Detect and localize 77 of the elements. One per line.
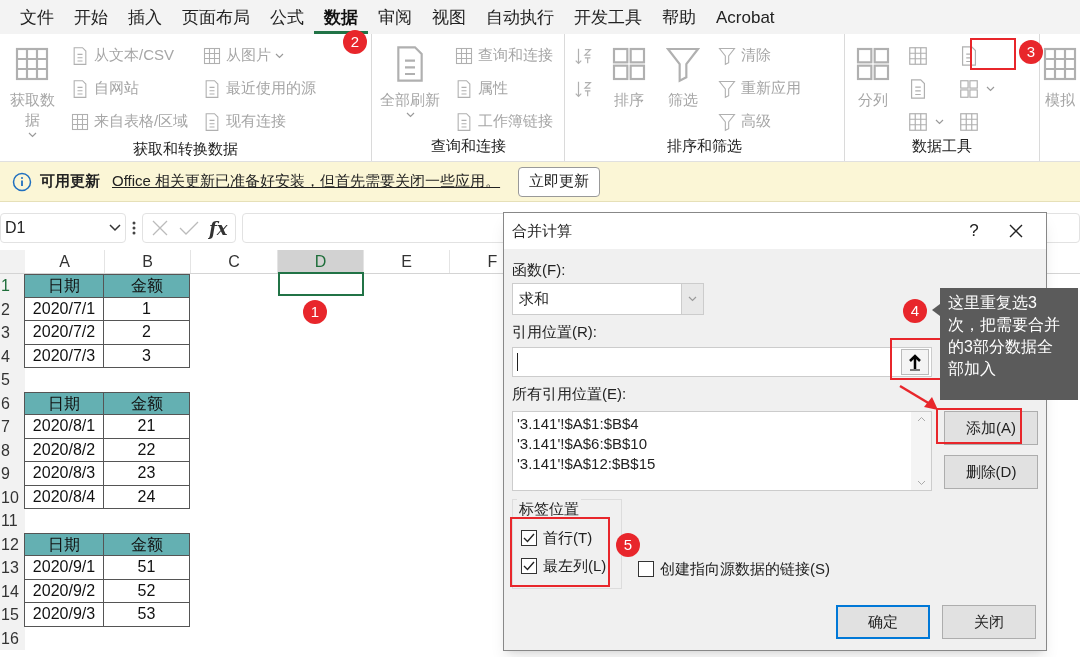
add-button[interactable]: 添加(A) [944, 411, 1038, 445]
group-label: 排序和筛选 [666, 136, 743, 156]
field-label: 所有引用位置(E): [512, 384, 627, 404]
column-header[interactable]: D [278, 250, 364, 273]
table-cell: 金额 [103, 391, 190, 415]
list-item[interactable]: '3.141'!$A$1:$B$4 [517, 414, 911, 434]
field-label: 引用位置(R): [512, 322, 597, 342]
table-cell: 2020/8/2 [24, 438, 104, 462]
table-cell: 日期 [24, 391, 104, 415]
table-cell: 2020/8/4 [24, 485, 104, 509]
table-cell: 21 [103, 415, 190, 439]
menu-tab[interactable]: 页面布局 [172, 4, 260, 34]
table-cell: 2020/9/3 [24, 603, 104, 627]
update-title: 可用更新 [40, 171, 100, 192]
ok-button[interactable]: 确定 [836, 605, 930, 639]
table-cell: 2020/7/3 [24, 344, 104, 368]
table-cell: 24 [103, 485, 190, 509]
checkbox[interactable]: 最左列(L) [521, 556, 607, 576]
row-header[interactable]: 15 [0, 603, 25, 627]
list-item[interactable]: '3.141'!$A$6:$B$10 [517, 434, 911, 454]
group-label: 数据工具 [911, 136, 973, 156]
table-cell: 日期 [24, 532, 104, 556]
delete-button[interactable]: 删除(D) [944, 455, 1038, 489]
row-header[interactable]: 11 [0, 509, 25, 533]
table-cell: 金额 [103, 274, 190, 298]
group-label: 获取和转换数据 [132, 139, 239, 159]
table-cell: 1 [103, 297, 190, 321]
menu-tab[interactable]: 公式 [260, 4, 314, 34]
menu-tab[interactable]: 插入 [118, 4, 172, 34]
menu-tab[interactable]: 开发工具 [564, 4, 652, 34]
checkbox[interactable]: 首行(T) [521, 528, 593, 548]
column-header[interactable]: A [25, 250, 105, 273]
menu-tab[interactable]: Acrobat [706, 4, 785, 34]
table-cell: 22 [103, 438, 190, 462]
table-cell: 51 [103, 556, 190, 580]
table-cell: 23 [103, 462, 190, 486]
column-header[interactable]: B [105, 250, 191, 273]
row-header[interactable]: 9 [0, 462, 25, 486]
row-header[interactable]: 3 [0, 321, 25, 345]
menu-tab[interactable]: 帮助 [652, 4, 706, 34]
table-cell: 53 [103, 603, 190, 627]
step-badge: 1 [303, 300, 327, 324]
update-link[interactable]: Office 相关更新已准备好安装，但首先需要关闭一些应用。 [112, 170, 501, 193]
table-cell: 52 [103, 579, 190, 603]
row-header[interactable]: 1 [0, 274, 25, 298]
table-cell: 2020/8/3 [24, 462, 104, 486]
update-button[interactable]: 立即更新 [518, 166, 601, 197]
insert-function-button[interactable]: fx [209, 214, 228, 242]
dialog-title: 合并计算 [512, 220, 573, 241]
checkbox[interactable]: 创建指向源数据的链接(S) [638, 559, 830, 579]
menu-tab[interactable]: 文件 [10, 4, 64, 34]
table-cell: 2020/9/2 [24, 579, 104, 603]
row-header[interactable]: 13 [0, 556, 25, 580]
menu-tab[interactable]: 审阅 [368, 4, 422, 34]
cancel-button[interactable]: 关闭 [942, 605, 1036, 639]
group-label: 查询和连接 [429, 136, 507, 156]
column-header[interactable]: E [364, 250, 450, 273]
menu-tab[interactable]: 视图 [422, 4, 476, 34]
menu-tab[interactable]: 开始 [64, 4, 118, 34]
menu-tab[interactable]: 自动执行 [476, 4, 564, 34]
row-header[interactable]: 7 [0, 415, 25, 439]
row-header[interactable]: 16 [0, 626, 25, 650]
name-box[interactable]: D1 [0, 213, 126, 243]
table-cell: 日期 [24, 274, 104, 298]
table-cell: 2020/9/1 [24, 556, 104, 580]
row-header[interactable]: 5 [0, 368, 25, 392]
help-button[interactable]: ? [954, 216, 994, 246]
table-cell: 2020/7/1 [24, 297, 104, 321]
table-cell: 2 [103, 321, 190, 345]
tooltip: 这里重复选3次，把需要合并的3部分数据全部加入 [940, 288, 1078, 400]
table-cell: 2020/7/2 [24, 321, 104, 345]
references-list[interactable]: '3.141'!$A$1:$B$4 '3.141'!$A$6:$B$10 '3.141'!$A$12:$B$15 [512, 411, 932, 491]
table-cell: 3 [103, 344, 190, 368]
table-cell: 2020/8/1 [24, 415, 104, 439]
list-item[interactable]: '3.141'!$A$12:$B$15 [517, 454, 911, 474]
function-dropdown[interactable]: 求和 [512, 283, 704, 315]
table-cell: 金额 [103, 532, 190, 556]
